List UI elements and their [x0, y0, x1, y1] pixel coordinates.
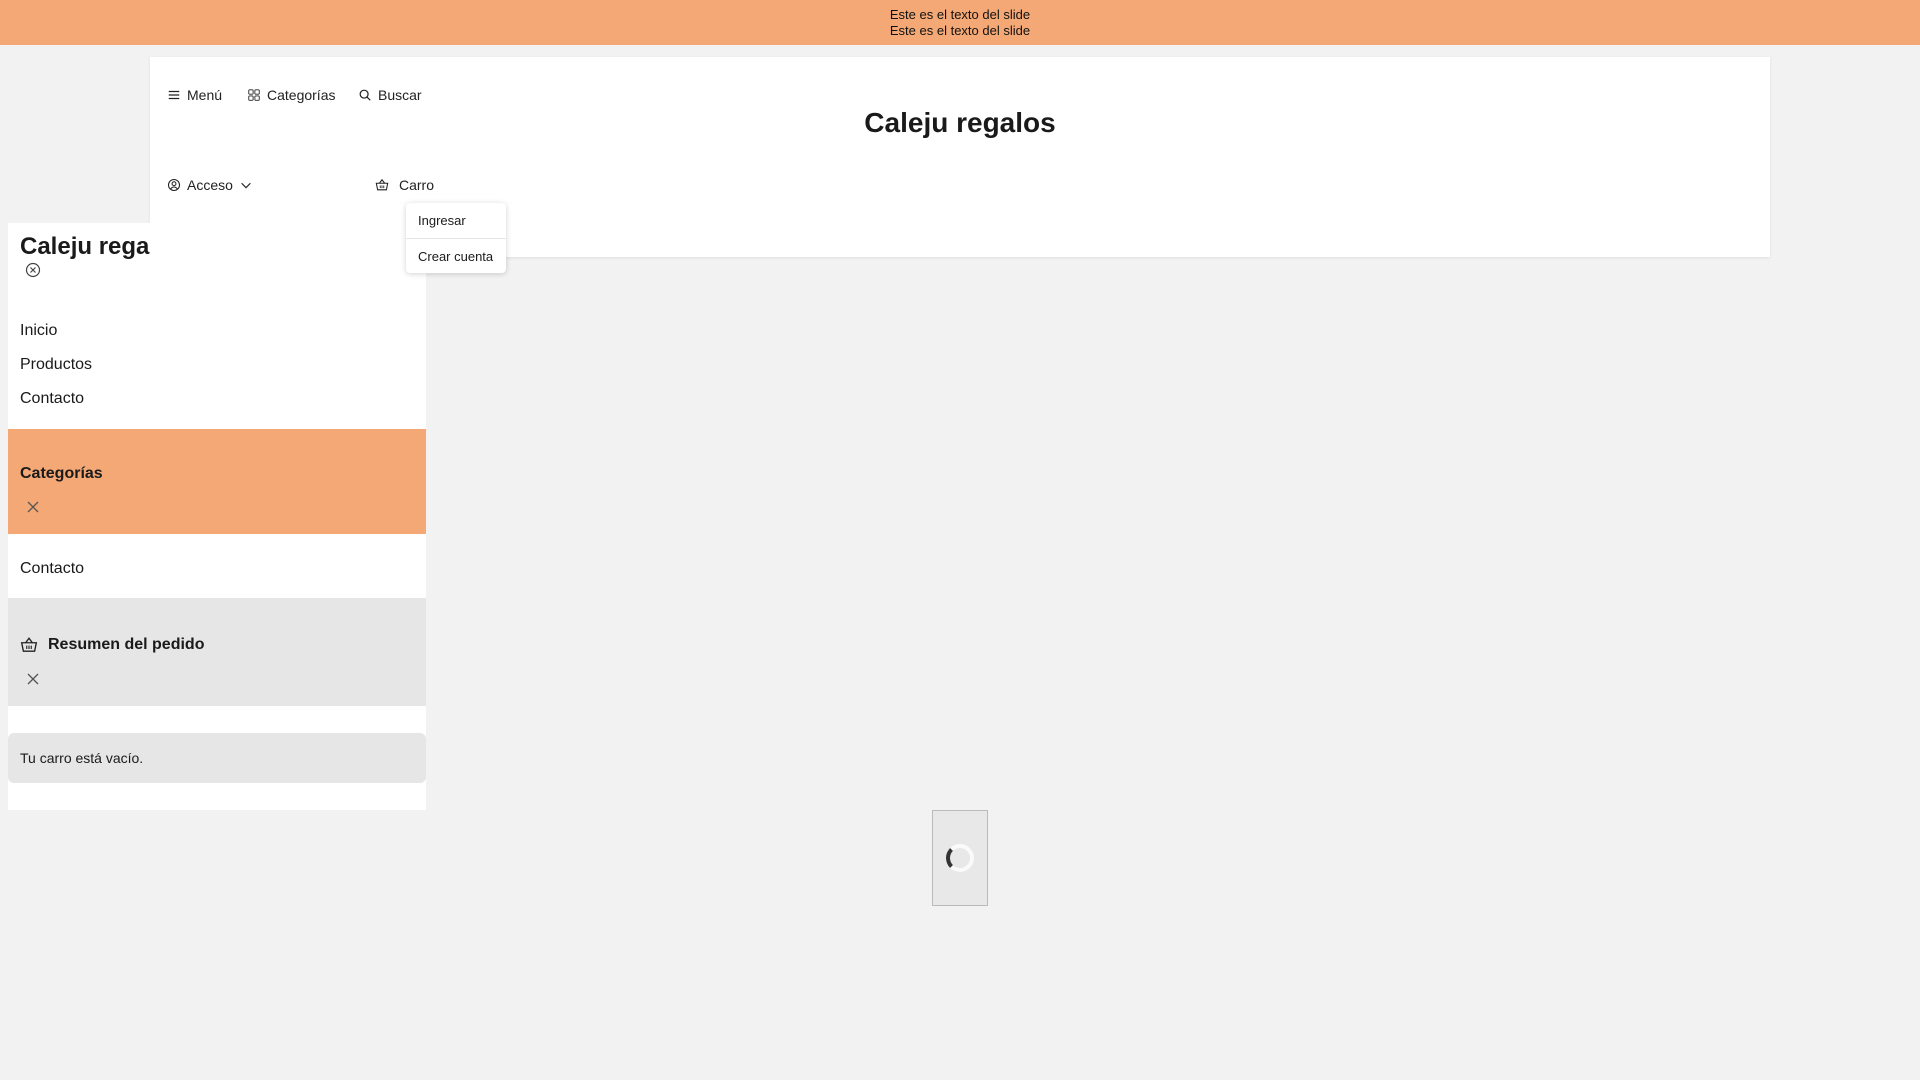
- close-icon[interactable]: [25, 671, 41, 687]
- brand-title[interactable]: Caleju regalos: [150, 107, 1770, 139]
- search-button[interactable]: Buscar: [358, 87, 422, 103]
- order-summary-header: Resumen del pedido: [8, 598, 426, 706]
- categories-title: Categorías: [20, 465, 103, 482]
- search-label: Buscar: [378, 87, 422, 103]
- empty-cart-message: Tu carro está vacío.: [8, 733, 426, 783]
- menu-button[interactable]: Menú: [167, 87, 222, 103]
- loading-overlay: [932, 810, 988, 906]
- search-icon: [359, 89, 371, 101]
- login-link[interactable]: Ingresar: [406, 203, 506, 238]
- menu-label: Menú: [187, 87, 223, 103]
- close-circle-icon[interactable]: [25, 262, 41, 278]
- categories-button[interactable]: Categorías: [247, 87, 335, 103]
- access-label: Acceso: [187, 177, 233, 193]
- categories-panel-header: Categorías: [8, 429, 426, 534]
- announcement-text-2: Este es el texto del slide: [889, 22, 1031, 38]
- user-circle-icon: [167, 178, 181, 192]
- nav-item-contacto[interactable]: Contacto: [20, 389, 92, 423]
- basket-icon: [20, 637, 38, 652]
- order-summary-title: Resumen del pedido: [48, 636, 205, 653]
- spinner-icon: [946, 844, 974, 872]
- nav-item-productos[interactable]: Productos: [20, 355, 92, 389]
- close-icon[interactable]: [25, 499, 41, 515]
- create-account-link[interactable]: Crear cuenta: [406, 238, 506, 273]
- cart-label: Carro: [399, 177, 435, 193]
- announcement-text-1: Este es el texto del slide: [889, 6, 1031, 22]
- sidebar-nav: Inicio Productos Contacto: [20, 321, 92, 423]
- nav-item-inicio[interactable]: Inicio: [20, 321, 92, 355]
- chevron-down-icon: [241, 182, 251, 189]
- cart-button[interactable]: Carro: [375, 177, 434, 193]
- access-dropdown: Ingresar Crear cuenta: [406, 203, 506, 273]
- sidebar-drawer: Caleju rega Inicio Productos Contacto Ca…: [8, 223, 426, 810]
- basket-icon: [375, 178, 389, 191]
- order-summary-title-row: Resumen del pedido: [20, 636, 204, 654]
- menu-icon: [168, 90, 180, 100]
- announcement-bar: Este es el texto del slide Este es el te…: [0, 0, 1920, 45]
- categories-contact-link[interactable]: Contacto: [20, 560, 84, 578]
- grid-icon: [248, 89, 260, 101]
- access-button[interactable]: Acceso: [167, 177, 253, 193]
- sidebar-title: Caleju rega: [20, 233, 150, 260]
- categories-label: Categorías: [267, 87, 336, 103]
